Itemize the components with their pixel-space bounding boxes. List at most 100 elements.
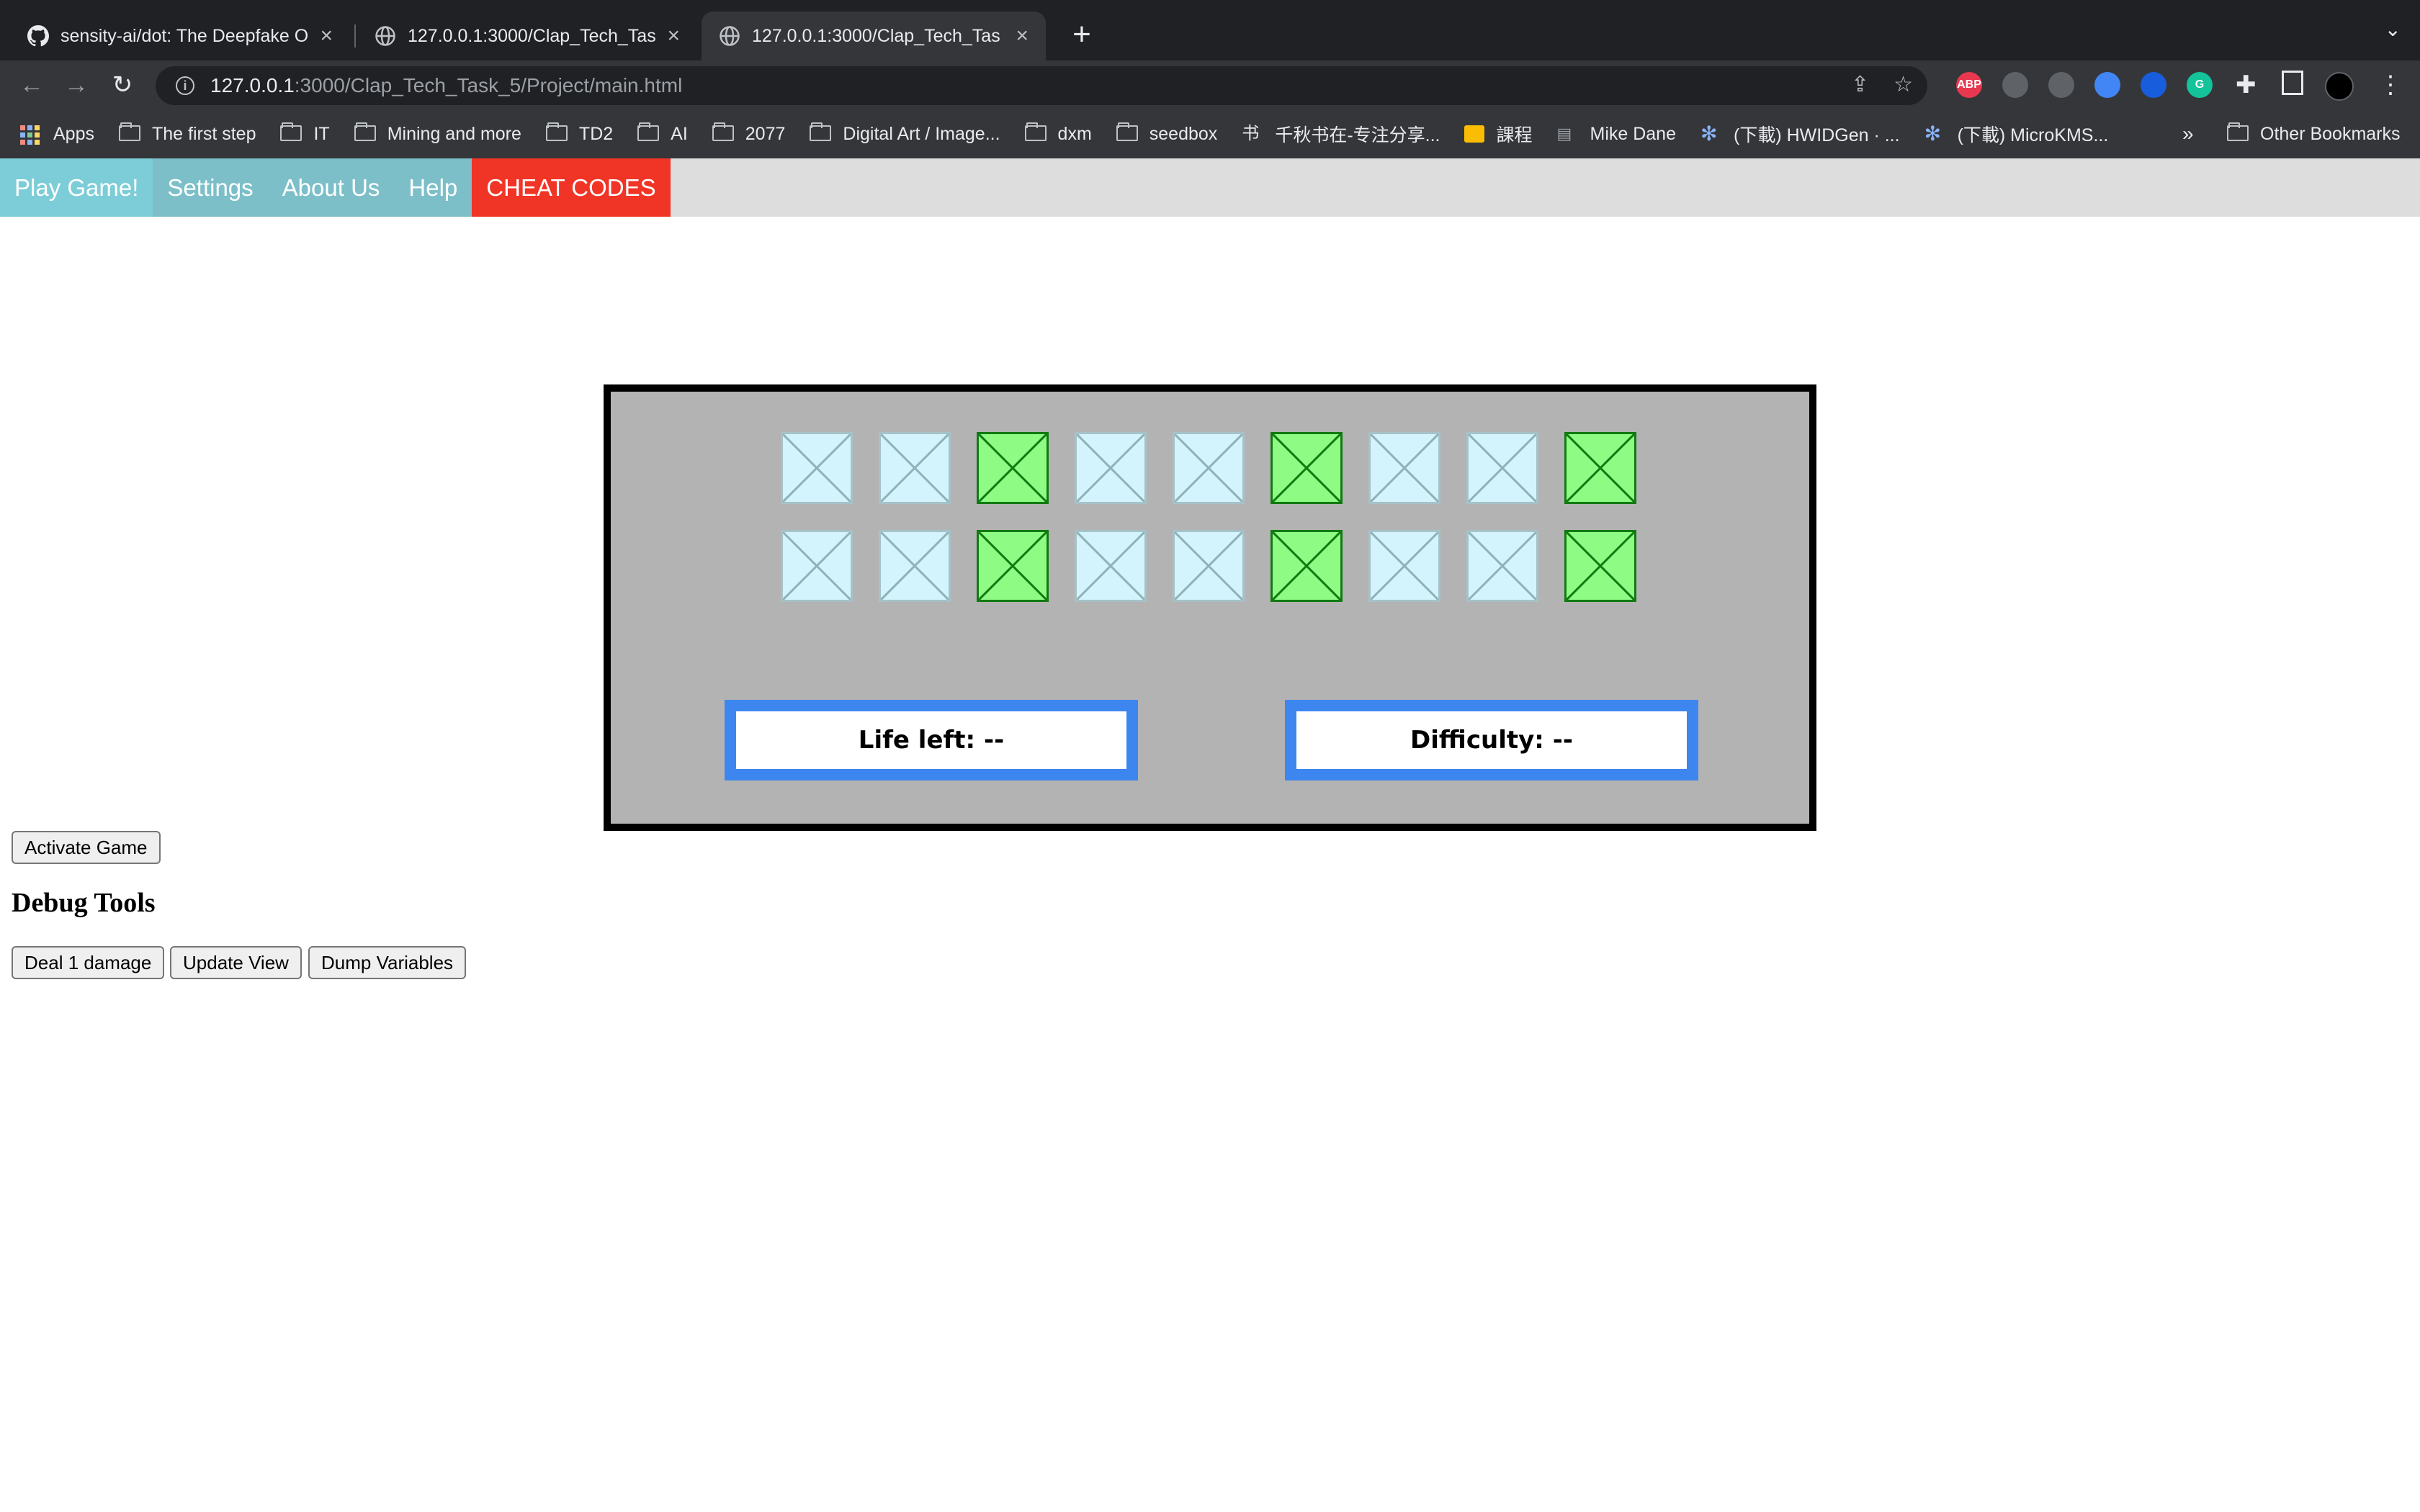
cross-icon [783, 434, 851, 502]
tile-blue [781, 432, 853, 504]
bookmark-label: Mike Dane [1590, 123, 1677, 144]
cross-icon [979, 532, 1047, 600]
game-board: Life left: -- Difficulty: -- [604, 384, 1816, 831]
cross-icon [1273, 434, 1340, 502]
new-tab-plus-icon[interactable]: + [1062, 14, 1102, 55]
bookmark-item[interactable]: TD2 [545, 122, 614, 145]
cross-icon [783, 532, 851, 600]
tab-strip: sensity-ai/dot: The Deepfake O × 127.0.0… [0, 0, 2420, 60]
bookmark-item[interactable]: 书千秋书在-专注分享... [1242, 121, 1440, 147]
side-panel-icon[interactable] [2282, 71, 2303, 95]
bookmark-item[interactable]: Mining and more [354, 122, 521, 145]
apps-icon [20, 125, 42, 145]
bookmark-label: 千秋书在-专注分享... [1275, 125, 1440, 145]
tab-title: 127.0.0.1:3000/Clap_Tech_Tas [752, 25, 1000, 46]
tile-green [1270, 530, 1343, 602]
swirl-icon[interactable] [2094, 72, 2120, 98]
bookmark-item[interactable]: 2077 [712, 122, 786, 145]
abp-icon[interactable]: ABP [1956, 72, 1982, 98]
nav-about-us[interactable]: About Us [267, 158, 395, 217]
bookmark-item[interactable]: Digital Art / Image... [810, 122, 1000, 145]
dump-variables-button[interactable]: Dump Variables [308, 946, 467, 979]
browser-toolbar: ← → ↻ i 127.0.0.1:3000/Clap_Tech_Task_5/… [0, 60, 2420, 109]
page-content: Play Game! Settings About Us Help CHEAT CODE… [0, 158, 2420, 1512]
folder-icon [545, 122, 568, 143]
globe-icon [720, 26, 740, 46]
cross-icon [1567, 434, 1634, 502]
close-icon[interactable]: × [320, 25, 333, 47]
update-view-button[interactable]: Update View [170, 946, 302, 979]
browser-tab[interactable]: 127.0.0.1:3000/Clap_Tech_Tas × [357, 12, 697, 60]
back-arrow-icon[interactable]: ← [13, 66, 50, 104]
other-bookmarks[interactable]: Other Bookmarks [2227, 109, 2401, 158]
bookmark-label: TD2 [578, 123, 614, 144]
nav-help[interactable]: Help [394, 158, 472, 217]
close-icon[interactable]: × [667, 25, 680, 47]
folder-icon [2227, 122, 2249, 143]
address-bar[interactable]: i 127.0.0.1:3000/Clap_Tech_Task_5/Projec… [156, 66, 1927, 105]
bookmark-item[interactable]: Apps [20, 124, 94, 145]
nav-settings[interactable]: Settings [153, 158, 268, 217]
share-icon[interactable]: ⇪ [1851, 72, 1869, 97]
avatar[interactable] [2325, 72, 2354, 101]
bookmark-item[interactable]: 課程 [1464, 121, 1533, 147]
browser-chrome: sensity-ai/dot: The Deepfake O × 127.0.0… [0, 0, 2420, 158]
bookmark-item[interactable]: seedbox [1116, 122, 1217, 145]
tile-blue [1466, 432, 1538, 504]
cross-icon [881, 434, 949, 502]
cross-icon [979, 434, 1047, 502]
difficulty-box: Difficulty: -- [1285, 700, 1698, 780]
bookmark-item[interactable]: ▤ Mike Dane [1557, 124, 1677, 145]
nav-play-game[interactable]: Play Game! [0, 158, 153, 217]
folder-icon [810, 122, 832, 143]
close-icon[interactable]: × [1016, 25, 1028, 47]
bookmarks-overflow-icon[interactable]: » [2182, 109, 2194, 158]
vpn-icon[interactable] [2048, 72, 2074, 98]
bookmark-item[interactable]: ✻ (下載) HWIDGen · ... [1700, 121, 1900, 147]
bookmark-label: Mining and more [387, 123, 521, 144]
tile-blue [1075, 530, 1147, 602]
bookmark-item[interactable]: AI [637, 122, 688, 145]
bookmark-label: (下載) HWIDGen · ... [1734, 125, 1900, 145]
nav-cheat-codes[interactable]: CHEAT CODES [472, 158, 671, 217]
tile-green [1564, 432, 1636, 504]
puzzle-icon[interactable]: ✚ [2236, 71, 2257, 99]
folder-icon [354, 122, 376, 143]
bookmark-item[interactable]: IT [280, 122, 330, 145]
bookmark-label: (下載) MicroKMS... [1957, 125, 2109, 145]
shield-icon[interactable] [2141, 72, 2166, 98]
url-text[interactable]: 127.0.0.1:3000/Clap_Tech_Task_5/Project/… [210, 74, 682, 97]
star-icon[interactable]: ☆ [1894, 72, 1913, 97]
forward-arrow-icon[interactable]: → [58, 66, 95, 104]
bookmark-item[interactable]: ✻ (下載) MicroKMS... [1924, 121, 2109, 147]
chevron-down-icon[interactable]: ⌄ [2385, 17, 2401, 41]
top-navbar: Play Game! Settings About Us Help CHEAT CODE… [0, 158, 2420, 217]
deal-damage-button[interactable]: Deal 1 damage [12, 946, 165, 979]
grammarly-icon[interactable]: G [2187, 72, 2213, 98]
bookmark-item[interactable]: The first step [118, 122, 256, 145]
activate-game-button[interactable]: Activate Game [12, 831, 161, 864]
bookmark-label: 課程 [1496, 125, 1533, 145]
classroom-icon [1464, 125, 1485, 143]
more-vert-icon[interactable]: ⋮ [2378, 71, 2403, 99]
globe-icon [375, 26, 395, 46]
info-icon[interactable]: i [176, 76, 194, 95]
tile-blue [1368, 530, 1440, 602]
gear-icon: ✻ [1700, 122, 1718, 145]
cross-icon [1175, 434, 1242, 502]
bookmark-label: 2077 [745, 123, 786, 144]
tile-blue [879, 530, 951, 602]
bookmark-label: Apps [53, 123, 94, 144]
folder-icon [1116, 122, 1138, 143]
bookmarks-bar: Apps The first step IT Mining and more TD2 AI… [0, 109, 2420, 158]
printer-icon[interactable] [2002, 72, 2028, 98]
tile-blue [1466, 530, 1538, 602]
cross-icon [1175, 532, 1242, 600]
browser-tab[interactable]: sensity-ai/dot: The Deepfake O × [10, 12, 350, 60]
bookmark-item[interactable]: dxm [1024, 122, 1092, 145]
difficulty-text: Difficulty: -- [1410, 726, 1573, 755]
tile-green [1270, 432, 1343, 504]
browser-tab-active[interactable]: 127.0.0.1:3000/Clap_Tech_Tas × [702, 12, 1046, 60]
reload-icon[interactable]: ↻ [104, 66, 141, 104]
cross-icon [1567, 532, 1634, 600]
